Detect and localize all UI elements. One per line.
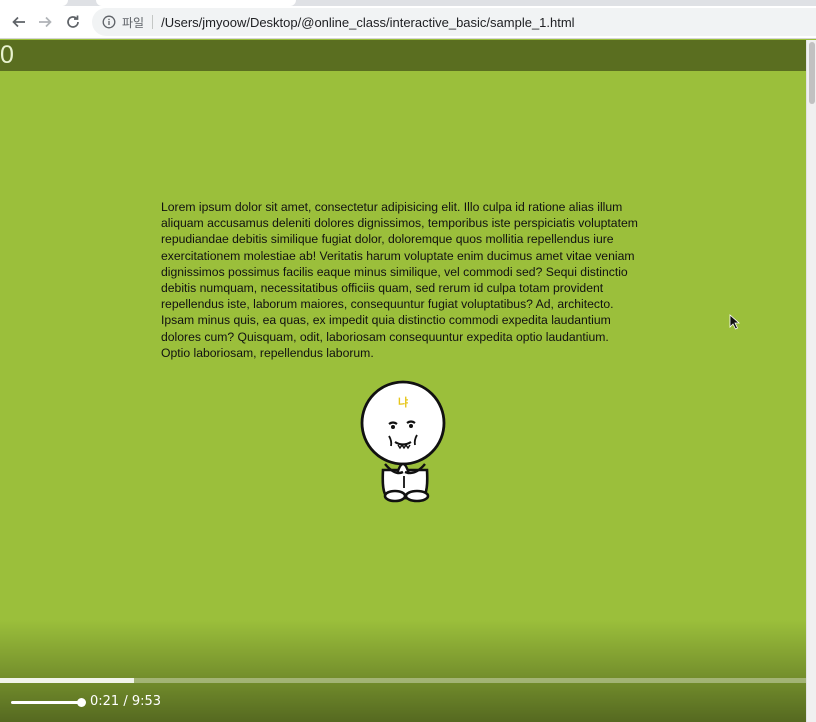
page-header-bar: 0 <box>0 40 806 71</box>
reload-icon <box>67 15 79 28</box>
address-bar[interactable]: 파일 /Users/jmyoow/Desktop/@online_class/i… <box>92 8 816 36</box>
info-icon[interactable] <box>102 15 116 29</box>
page-scrollbar[interactable] <box>806 40 816 722</box>
page-viewport: 0 Lorem ipsum dolor sit amet, consectetu… <box>0 40 806 680</box>
video-timecode: 0:21 / 9:53 <box>90 694 161 709</box>
lorem-paragraph: Lorem ipsum dolor sit amet, consectetur … <box>161 200 638 360</box>
video-progress-bar[interactable] <box>0 678 806 683</box>
mouse-cursor-icon <box>729 314 741 330</box>
character-illustration: 냐 <box>360 380 446 503</box>
time-separator: / <box>123 694 128 709</box>
back-button[interactable] <box>8 11 30 33</box>
address-url[interactable]: /Users/jmyoow/Desktop/@online_class/inte… <box>161 15 574 30</box>
reload-button[interactable] <box>62 11 84 33</box>
current-time: 0:21 <box>90 694 120 709</box>
forward-arrow-icon <box>39 16 52 28</box>
video-progress-fill <box>0 678 134 683</box>
back-arrow-icon <box>12 16 25 28</box>
address-divider <box>152 15 154 29</box>
character-label: 냐 <box>398 395 408 409</box>
volume-slider[interactable] <box>11 701 81 704</box>
scroll-counter: 0 <box>0 41 14 69</box>
forward-button[interactable] <box>34 11 56 33</box>
volume-slider-knob[interactable] <box>77 698 86 707</box>
scrollbar-thumb[interactable] <box>809 42 815 104</box>
browser-toolbar: 파일 /Users/jmyoow/Desktop/@online_class/i… <box>0 6 816 39</box>
address-scheme: 파일 <box>122 15 145 30</box>
duration: 9:53 <box>131 694 162 709</box>
